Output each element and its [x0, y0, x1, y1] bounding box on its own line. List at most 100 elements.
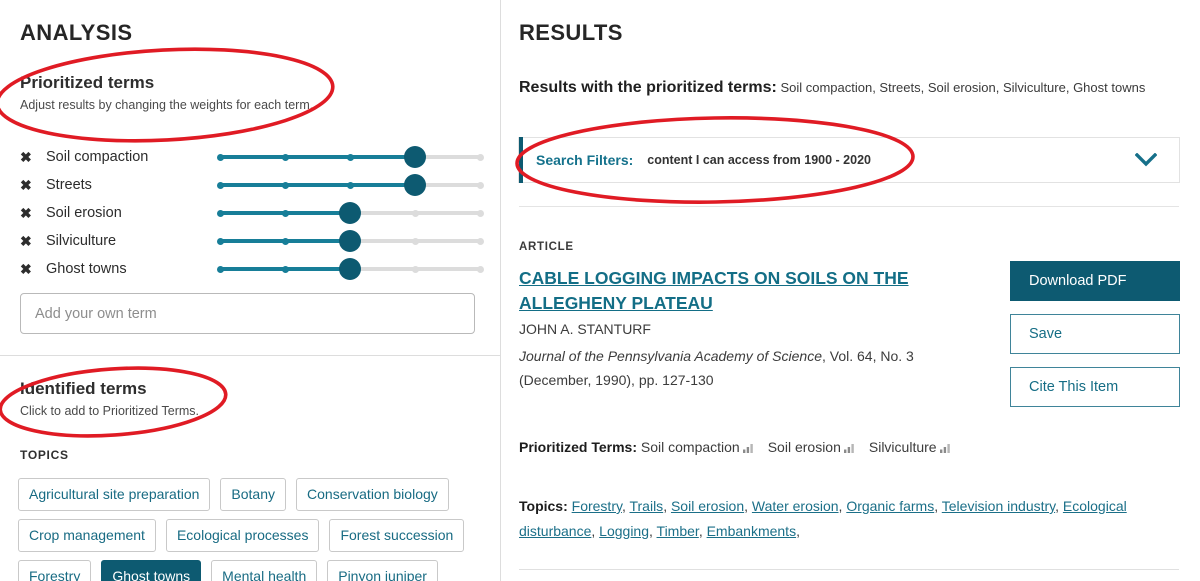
slider-tick[interactable] — [281, 181, 289, 189]
chevron-down-icon[interactable] — [1134, 152, 1158, 167]
result-item-title-link[interactable]: CABLE LOGGING IMPACTS ON SOILS ON THE AL… — [519, 266, 989, 316]
topic-link[interactable]: Organic farms — [846, 498, 934, 514]
close-x-icon[interactable]: ✖ — [20, 234, 38, 248]
slider-tick[interactable] — [281, 153, 289, 161]
topic-chip[interactable]: Conservation biology — [296, 478, 449, 511]
search-filters-accent-bar — [519, 137, 523, 183]
term-weight-slider[interactable] — [216, 227, 484, 255]
close-x-icon[interactable]: ✖ — [20, 206, 38, 220]
slider-tick[interactable] — [346, 153, 354, 161]
identified-terms-subheading: Click to add to Prioritized Terms. — [20, 404, 199, 418]
topic-link[interactable]: Embankments — [707, 523, 796, 539]
analysis-panel: ANALYSIS Prioritized terms Adjust result… — [0, 0, 501, 581]
analysis-panel-title: ANALYSIS — [20, 20, 133, 45]
prioritized-terms-header: Prioritized terms Adjust results by chan… — [20, 72, 313, 114]
result-item-prioritized-terms: Prioritized Terms: Soil compaction Soil e… — [519, 434, 1159, 462]
prioritized-term-label: Silviculture — [46, 233, 117, 249]
prioritized-terms-list: ✖ Soil compaction ✖ Streets ✖ Soil erosion ✖ Si… — [20, 143, 484, 283]
slider-filled-track — [220, 183, 415, 187]
slider-tick[interactable] — [411, 209, 419, 217]
slider-tick[interactable] — [411, 237, 419, 245]
search-filters-label: Search Filters: — [536, 152, 634, 168]
topic-link[interactable]: Trails — [629, 498, 663, 514]
slider-tick[interactable] — [216, 265, 224, 273]
prioritized-terms-subheading: Adjust results by changing the weights f… — [20, 98, 314, 112]
download-pdf-button[interactable]: Download PDF — [1010, 261, 1180, 301]
term-weight-slider[interactable] — [216, 255, 484, 283]
slider-tick[interactable] — [216, 209, 224, 217]
results-with-terms: Soil compaction, Streets, Soil erosion, … — [780, 80, 1146, 95]
topic-chip[interactable]: Forestry — [18, 560, 92, 581]
topic-link[interactable]: Soil erosion — [671, 498, 744, 514]
slider-tick[interactable] — [216, 237, 224, 245]
slider-tick[interactable] — [476, 209, 484, 217]
topic-link[interactable]: Timber — [657, 523, 699, 539]
topic-chip[interactable]: Forest succession — [329, 519, 465, 552]
save-button[interactable]: Save — [1010, 314, 1180, 354]
result-item-topics: Topics: Forestry, Trails, Soil erosion, … — [519, 498, 1127, 539]
result-item-volume: , Vol. 64, No. 3 — [822, 348, 914, 364]
slider-handle[interactable] — [404, 146, 426, 168]
topic-chip[interactable]: Agricultural site preparation — [18, 478, 211, 511]
results-with-prioritized-terms: Results with the prioritized terms: Soil… — [519, 76, 1169, 99]
result-prioritized-terms-label: Prioritized Terms: — [519, 439, 637, 455]
results-panel-title: RESULTS — [519, 20, 623, 45]
prioritized-term-row: ✖ Soil erosion — [20, 199, 484, 227]
topic-chip-list: Agricultural site preparation Botany Conse… — [18, 478, 488, 581]
topic-link[interactable]: Logging — [599, 523, 649, 539]
results-divider-top — [519, 206, 1179, 207]
close-x-icon[interactable]: ✖ — [20, 178, 38, 192]
slider-tick[interactable] — [411, 265, 419, 273]
slider-tick[interactable] — [281, 265, 289, 273]
topic-link[interactable]: Water erosion — [752, 498, 839, 514]
slider-handle[interactable] — [339, 258, 361, 280]
result-topics-label: Topics: — [519, 498, 568, 514]
bar-chart-icon — [742, 435, 754, 462]
term-weight-slider[interactable] — [216, 143, 484, 171]
prioritized-term-row: ✖ Soil compaction — [20, 143, 484, 171]
results-divider-bottom — [519, 569, 1179, 570]
bar-chart-icon — [843, 435, 855, 462]
prioritized-term-label: Ghost towns — [46, 261, 127, 277]
result-item-journal: Journal of the Pennsylvania Academy of S… — [519, 348, 822, 364]
term-weight-slider[interactable] — [216, 171, 484, 199]
slider-handle[interactable] — [339, 202, 361, 224]
topic-chip[interactable]: Mental health — [211, 560, 318, 581]
result-prioritized-term: Soil compaction — [641, 439, 754, 455]
slider-tick[interactable] — [281, 209, 289, 217]
term-weight-slider[interactable] — [216, 199, 484, 227]
identified-terms-heading: Identified terms — [20, 379, 147, 398]
slider-handle[interactable] — [404, 174, 426, 196]
slider-tick[interactable] — [476, 265, 484, 273]
topic-chip[interactable]: Botany — [220, 478, 287, 511]
identified-terms-header: Identified terms Click to add to Priorit… — [20, 378, 199, 420]
slider-tick[interactable] — [281, 237, 289, 245]
topic-chip[interactable]: Ghost towns — [101, 560, 202, 581]
close-x-icon[interactable]: ✖ — [20, 262, 38, 276]
panel-divider — [0, 355, 501, 356]
result-item-author: JOHN A. STANTURF — [519, 321, 651, 337]
add-your-own-term-input[interactable] — [20, 293, 475, 334]
topic-chip[interactable]: Crop management — [18, 519, 156, 552]
close-x-icon[interactable]: ✖ — [20, 150, 38, 164]
topic-link[interactable]: Television industry — [942, 498, 1055, 514]
result-item-citation: Journal of the Pennsylvania Academy of S… — [519, 344, 989, 392]
result-item-kind: ARTICLE — [519, 241, 574, 253]
prioritized-term-label: Soil erosion — [46, 205, 122, 221]
slider-tick[interactable] — [476, 153, 484, 161]
slider-tick[interactable] — [476, 237, 484, 245]
prioritized-term-row: ✖ Streets — [20, 171, 484, 199]
slider-handle[interactable] — [339, 230, 361, 252]
slider-tick[interactable] — [216, 181, 224, 189]
slider-tick[interactable] — [216, 153, 224, 161]
prioritized-terms-heading: Prioritized terms — [20, 73, 155, 92]
cite-this-item-button[interactable]: Cite This Item — [1010, 367, 1180, 407]
search-filters-bar[interactable]: Search Filters: content I can access fro… — [518, 137, 1180, 183]
prioritized-term-label: Streets — [46, 177, 92, 193]
topic-chip[interactable]: Ecological processes — [165, 519, 320, 552]
slider-tick[interactable] — [476, 181, 484, 189]
topic-link[interactable]: Forestry — [572, 498, 622, 514]
search-filters-value: content I can access from 1900 - 2020 — [647, 153, 871, 167]
topic-chip[interactable]: Pinyon juniper — [327, 560, 438, 581]
slider-tick[interactable] — [346, 181, 354, 189]
